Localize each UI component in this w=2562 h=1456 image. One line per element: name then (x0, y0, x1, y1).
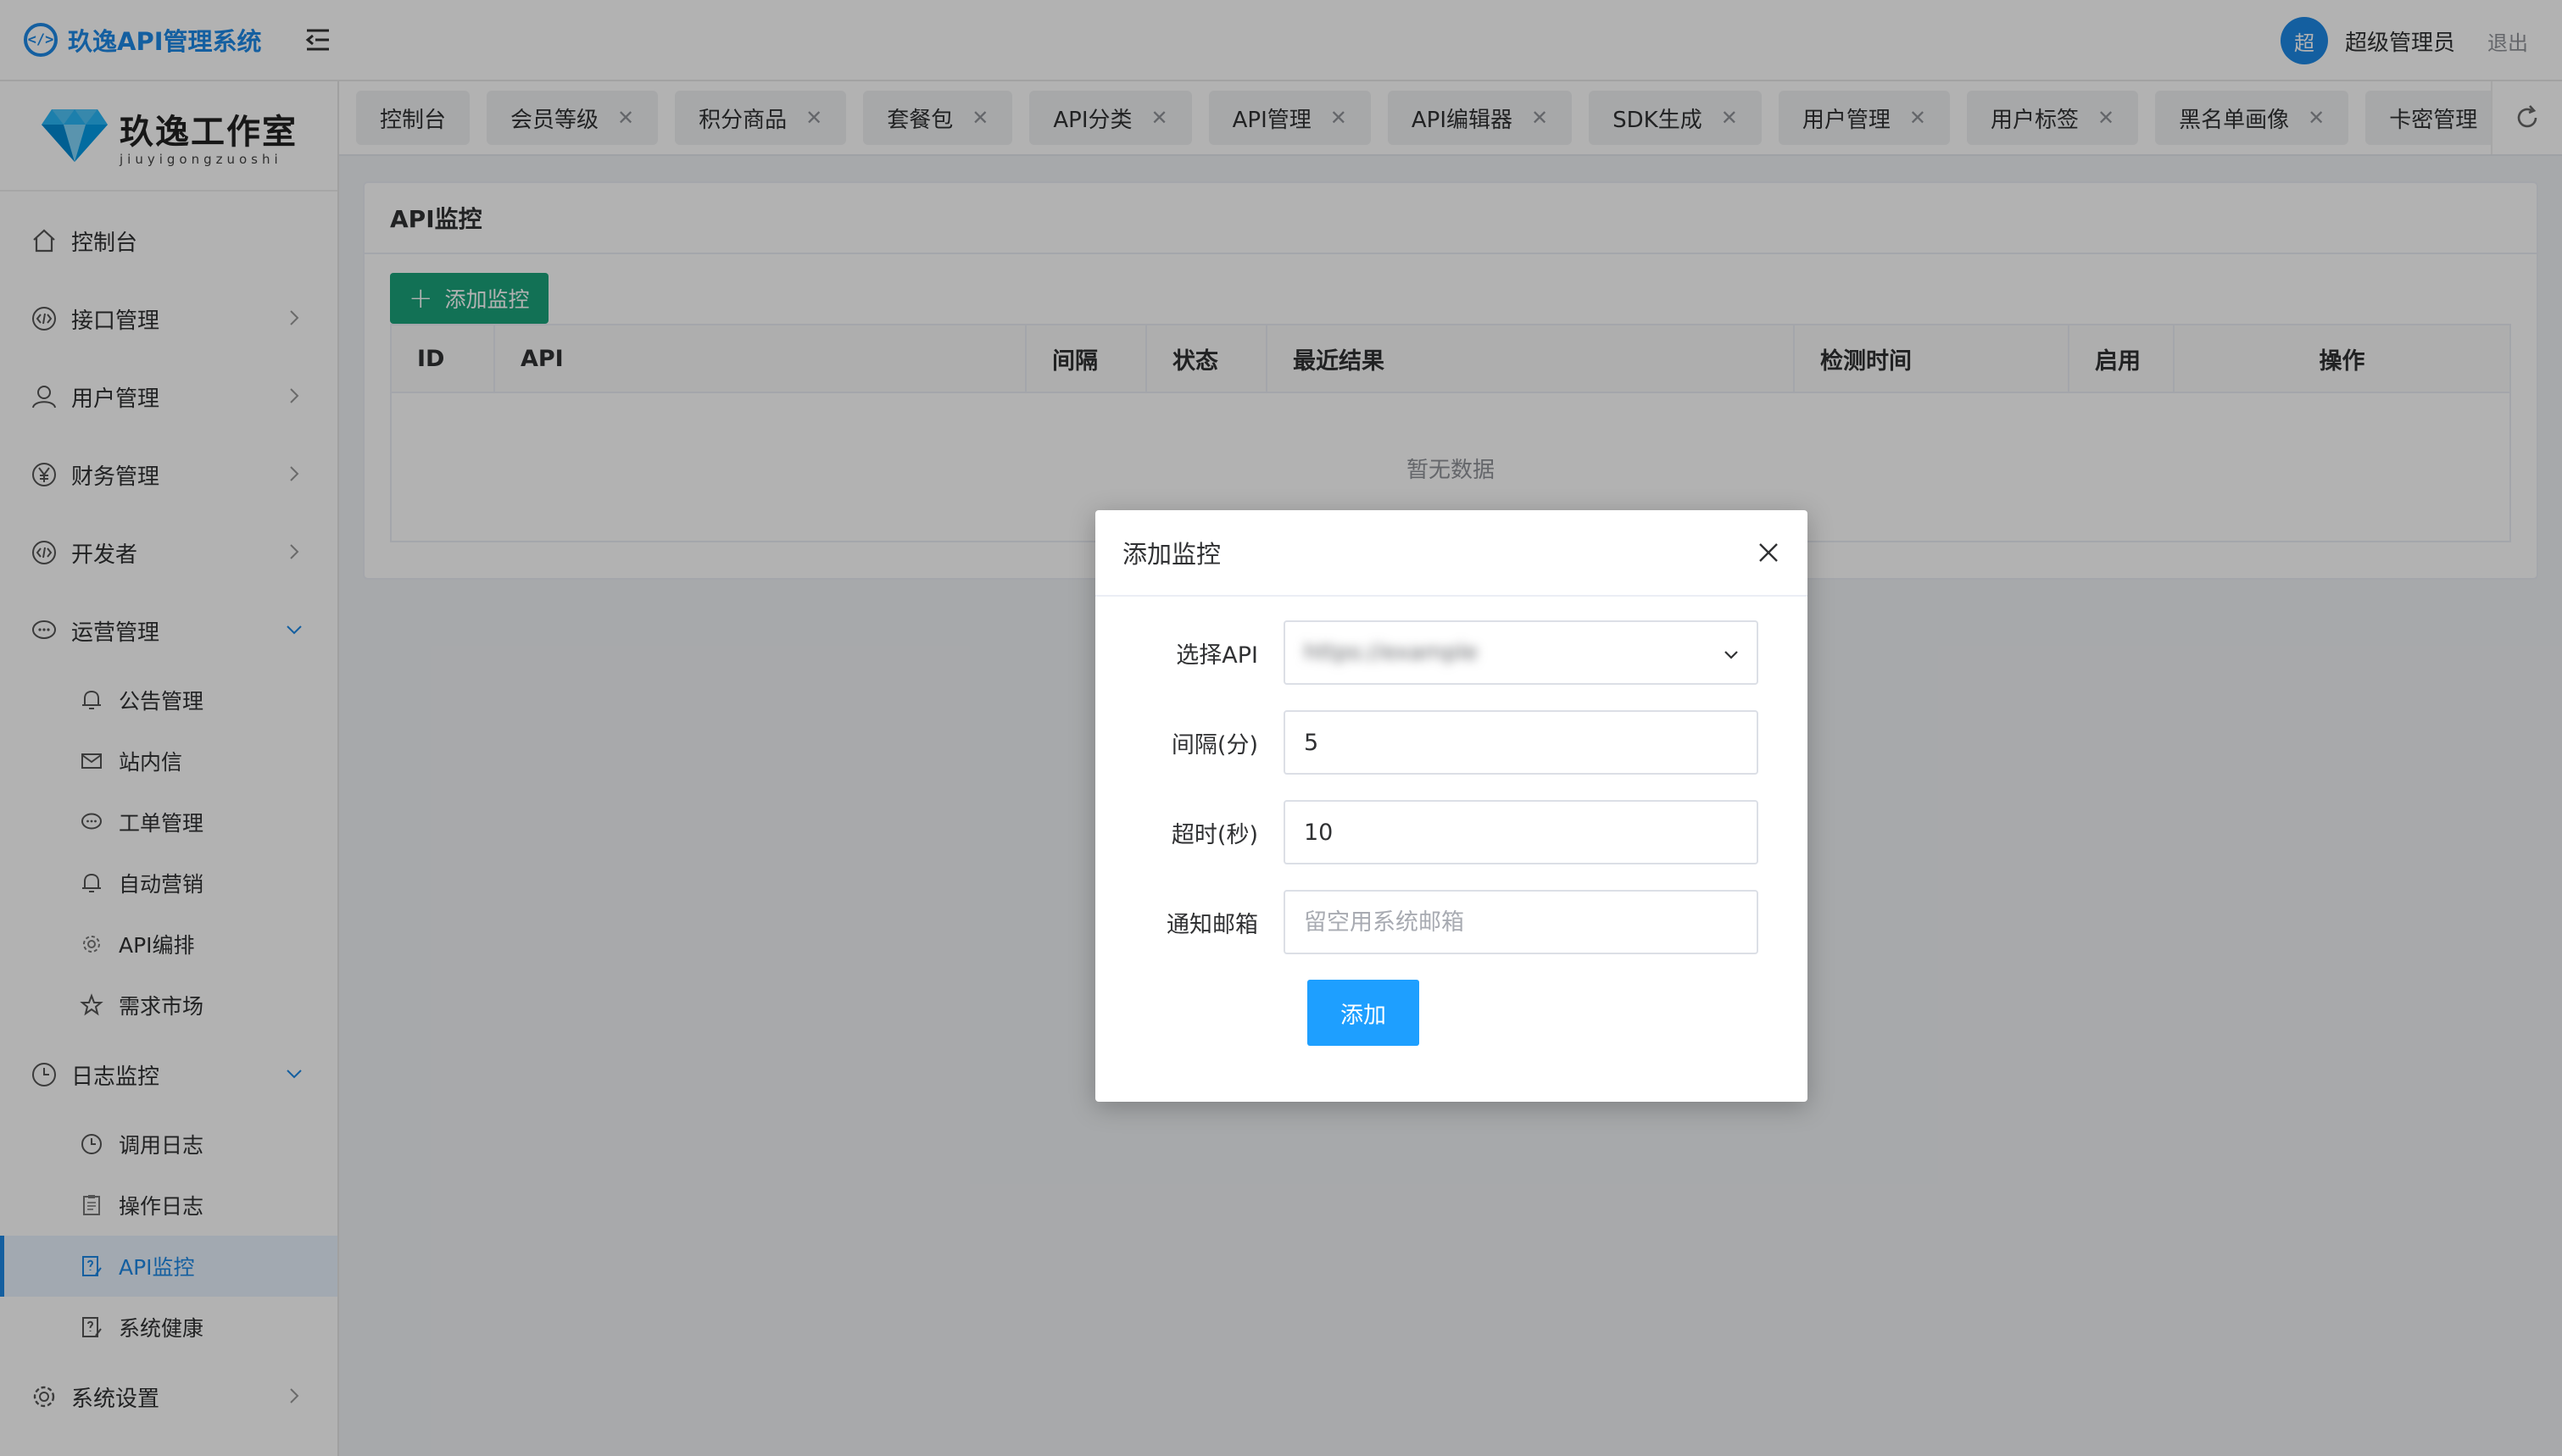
timeout-field-wrap (1284, 800, 1758, 864)
email-field-wrap (1284, 890, 1758, 954)
email-label: 通知邮箱 (1167, 911, 1258, 938)
form-row-interval: 间隔(分) (1095, 710, 1807, 775)
interval-input[interactable] (1304, 712, 1757, 773)
timeout-label: 超时(秒) (1171, 821, 1258, 848)
api-select[interactable]: https://example (1284, 620, 1758, 685)
form-row-timeout: 超时(秒) (1095, 800, 1807, 864)
dialog-title: 添加监控 (1095, 510, 1807, 597)
submit-add-button[interactable]: 添加 (1307, 980, 1419, 1046)
close-icon[interactable] (1755, 539, 1782, 566)
api-select-value: https://example (1304, 640, 1479, 665)
form-row-api: 选择API https://example (1095, 620, 1807, 685)
interval-label: 间隔(分) (1171, 731, 1258, 759)
email-input[interactable] (1304, 892, 1757, 953)
api-select-label: 选择API (1176, 642, 1258, 669)
form-row-email: 通知邮箱 (1095, 890, 1807, 954)
chevron-down-icon (1724, 651, 1738, 659)
add-monitor-dialog: 添加监控 选择API https://example 间隔(分) 超时(秒) 通… (1095, 510, 1807, 1102)
timeout-input[interactable] (1304, 802, 1757, 863)
interval-field-wrap (1284, 710, 1758, 775)
